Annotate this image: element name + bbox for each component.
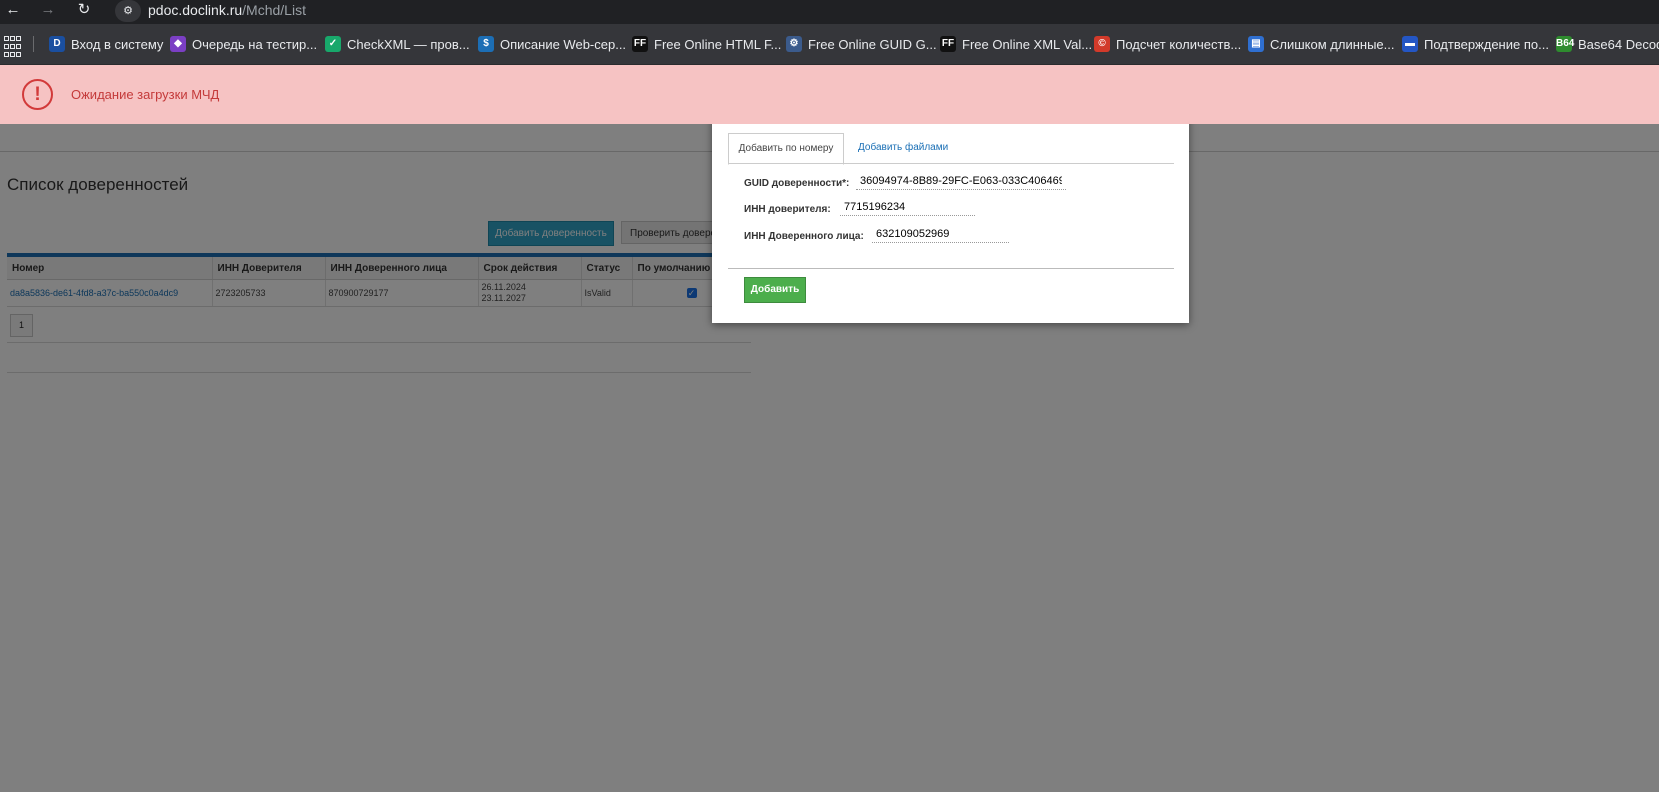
notification-banner: ! Ожидание загрузки МЧД <box>0 65 1659 124</box>
reload-icon[interactable]: ↻ <box>75 2 93 20</box>
bookmark-favicon-icon: FF <box>940 36 956 52</box>
url-path: /Mchd/List <box>242 2 306 18</box>
bookmark-favicon-icon: ✓ <box>325 36 341 52</box>
bookmark-xml-validator[interactable]: FF Free Online XML Val... <box>940 34 1092 54</box>
bookmark-html-formatter[interactable]: FF Free Online HTML F... <box>632 34 781 54</box>
bookmark-label: Free Online GUID G... <box>808 36 937 52</box>
bookmark-too-long[interactable]: ▤ Слишком длинные... <box>1248 34 1394 54</box>
bookmark-favicon-icon: FF <box>632 36 648 52</box>
tabs-divider <box>728 163 1174 164</box>
back-icon[interactable]: ← <box>4 2 22 20</box>
bookmark-label: Описание Web-сер... <box>500 36 627 52</box>
bookmark-label: Free Online HTML F... <box>654 36 782 52</box>
add-submit-button[interactable]: Добавить <box>744 277 806 303</box>
bookmark-favicon-icon: ▤ <box>1248 36 1264 52</box>
bookmark-base64[interactable]: B64 Base64 Decode <box>1556 34 1659 54</box>
browser-toolbar: ← → ↻ ⚙ pdoc.doclink.ru/Mchd/List <box>0 0 1659 24</box>
bookmark-label: Подсчет количеств... <box>1116 36 1242 52</box>
forward-icon[interactable]: → <box>39 2 57 20</box>
bookmark-label: Вход в систему <box>71 36 164 52</box>
notification-text: Ожидание загрузки МЧД <box>71 87 220 102</box>
inn-principal-label: ИНН доверителя: <box>744 204 831 215</box>
tab-add-by-number[interactable]: Добавить по номеру <box>728 133 844 165</box>
bookmarks-separator <box>33 36 34 52</box>
bookmark-label: Free Online XML Val... <box>962 36 1093 52</box>
bookmark-web-service[interactable]: $ Описание Web-сер... <box>478 34 626 54</box>
add-proxy-modal: Добавить по номеру Добавить файлами GUID… <box>712 98 1189 323</box>
bookmarks-bar: D Вход в систему ◆ Очередь на тестир... … <box>0 24 1659 65</box>
bookmark-favicon-icon: © <box>1094 36 1110 52</box>
bookmark-favicon-icon: ◆ <box>170 36 186 52</box>
bookmark-label: Слишком длинные... <box>1270 36 1395 52</box>
bookmark-login[interactable]: D Вход в систему <box>49 34 163 54</box>
inn-agent-input[interactable] <box>872 226 1009 243</box>
site-info-icon[interactable]: ⚙ <box>115 0 141 22</box>
modal-divider <box>728 268 1174 269</box>
guid-input[interactable] <box>856 173 1066 190</box>
bookmark-favicon-icon: ⚙ <box>786 36 802 52</box>
bookmark-label: CheckXML — пров... <box>347 36 470 52</box>
alert-icon: ! <box>22 79 53 110</box>
bookmark-favicon-icon: D <box>49 36 65 52</box>
address-bar[interactable]: pdoc.doclink.ru/Mchd/List <box>148 1 306 19</box>
bookmark-checkxml[interactable]: ✓ CheckXML — пров... <box>325 34 470 54</box>
bookmark-label: Очередь на тестир... <box>192 36 318 52</box>
bookmark-favicon-icon: $ <box>478 36 494 52</box>
bookmark-counter[interactable]: © Подсчет количеств... <box>1094 34 1241 54</box>
apps-grid-icon[interactable] <box>4 36 21 57</box>
bookmark-favicon-icon: ▬ <box>1402 36 1418 52</box>
bookmark-label: Base64 Decode <box>1578 36 1659 52</box>
inn-principal-input[interactable] <box>840 199 975 216</box>
bookmark-favicon-icon: B64 <box>1556 36 1574 52</box>
bookmark-guid-generator[interactable]: ⚙ Free Online GUID G... <box>786 34 937 54</box>
bookmark-test-queue[interactable]: ◆ Очередь на тестир... <box>170 34 317 54</box>
guid-label: GUID доверенности*: <box>744 178 850 189</box>
inn-agent-label: ИНН Доверенного лица: <box>744 231 864 242</box>
tab-add-by-files[interactable]: Добавить файлами <box>858 133 948 163</box>
bookmark-confirmation[interactable]: ▬ Подтверждение по... <box>1402 34 1549 54</box>
bookmark-label: Подтверждение по... <box>1424 36 1549 52</box>
url-domain: pdoc.doclink.ru <box>148 2 243 18</box>
